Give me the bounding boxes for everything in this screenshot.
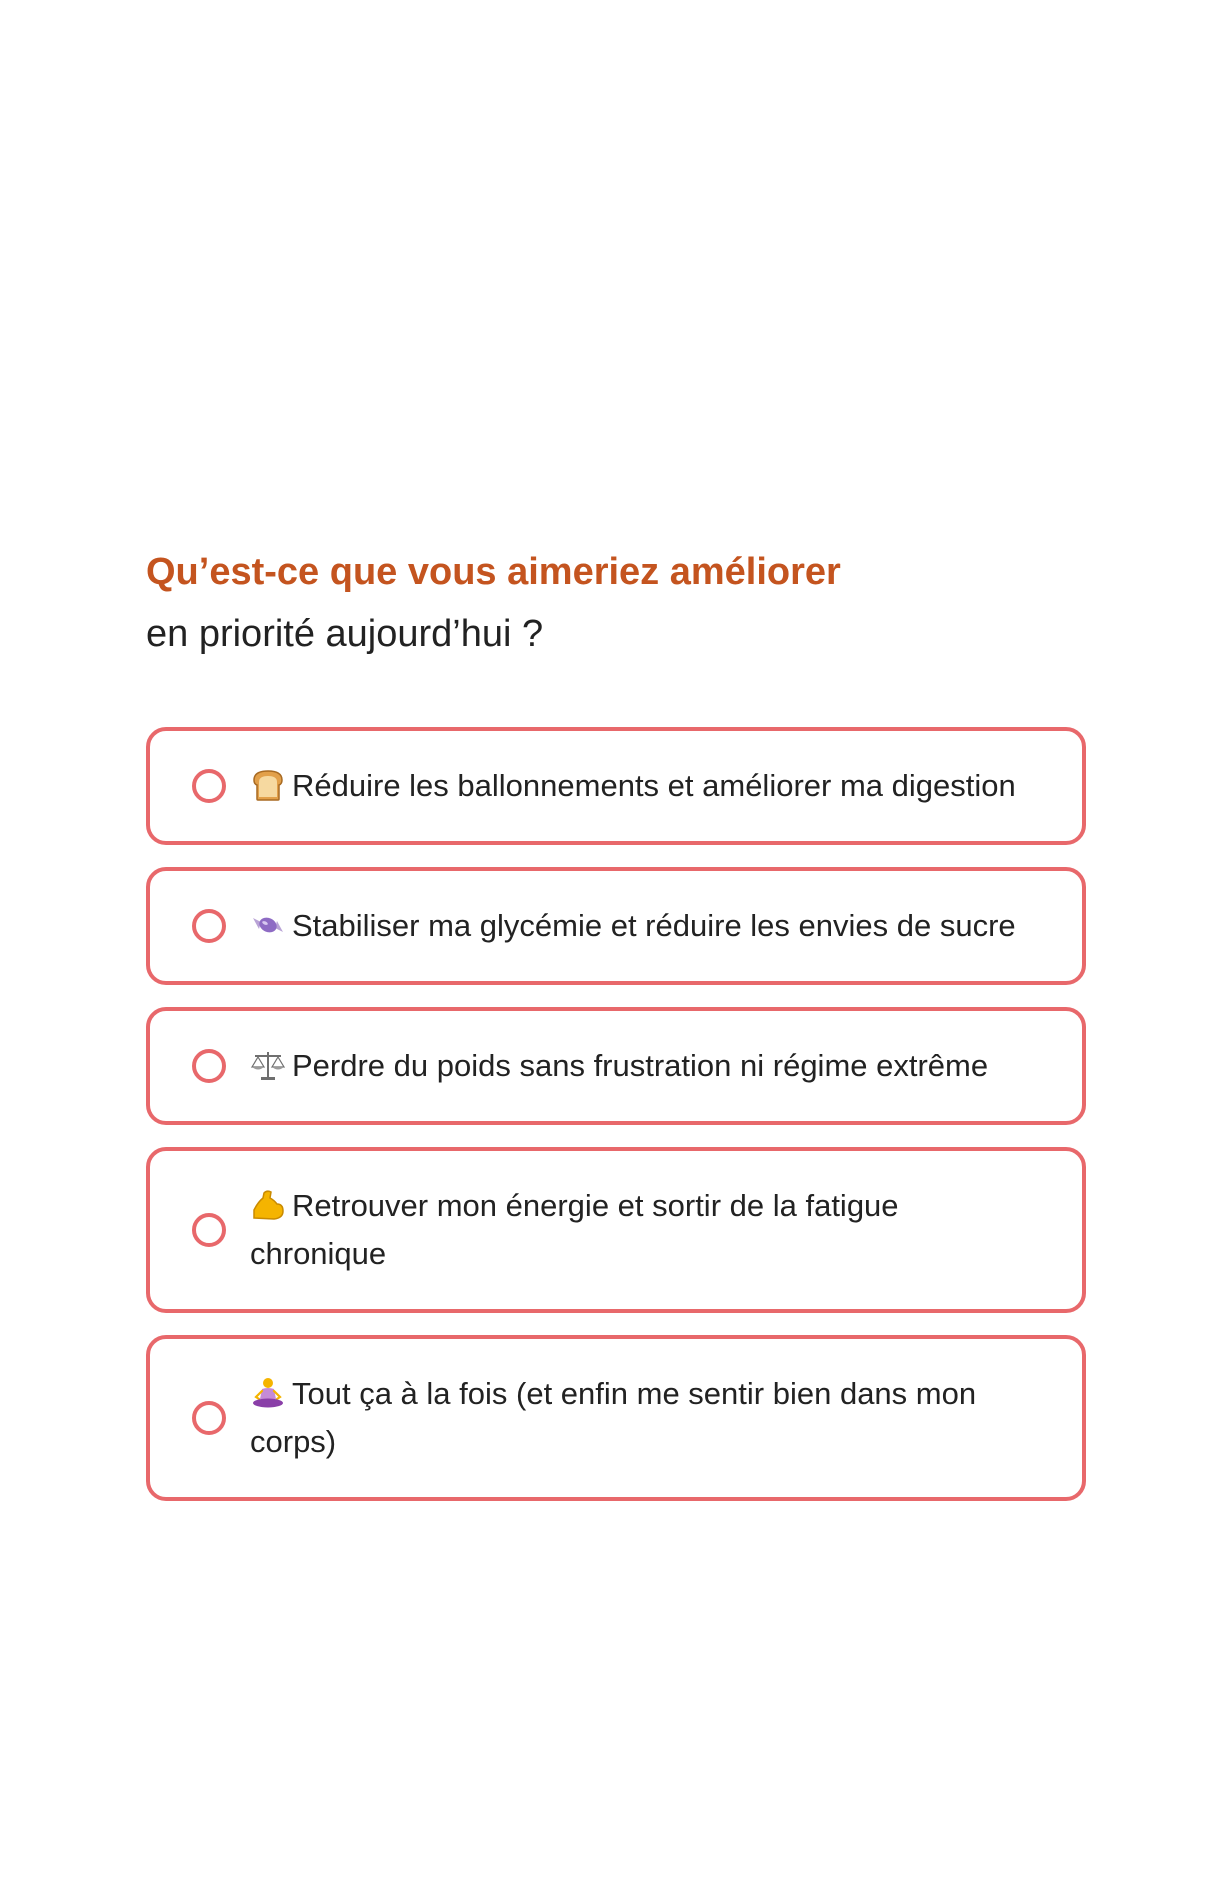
flexed-biceps-icon — [253, 1190, 284, 1220]
option-stabilize-glycemia[interactable]: Stabiliser ma glycémie et réduire les en… — [146, 867, 1086, 985]
question-header: Qu’est-ce que vous aimeriez améliorer en… — [146, 548, 1086, 658]
option-label: Tout ça à la fois (et enfin me sentir bi… — [250, 1376, 977, 1459]
candy-icon — [253, 917, 283, 933]
option-label: Réduire les ballonnements et améliorer m… — [292, 768, 1016, 803]
bread-icon — [253, 770, 283, 801]
question-subtitle: en priorité aujourd’hui ? — [146, 613, 544, 655]
option-all-of-it[interactable]: Tout ça à la fois (et enfin me sentir bi… — [146, 1335, 1086, 1501]
option-text: Perdre du poids sans frustration ni régi… — [250, 1042, 1028, 1090]
radio-button[interactable] — [192, 1401, 226, 1435]
option-text: Tout ça à la fois (et enfin me sentir bi… — [250, 1370, 1082, 1466]
radio-button[interactable] — [192, 1213, 226, 1247]
radio-button[interactable] — [192, 1049, 226, 1083]
radio-button[interactable] — [192, 769, 226, 803]
option-reduce-bloating[interactable]: Réduire les ballonnements et améliorer m… — [146, 727, 1086, 845]
option-lose-weight[interactable]: Perdre du poids sans frustration ni régi… — [146, 1007, 1086, 1125]
option-label: Perdre du poids sans frustration ni régi… — [292, 1048, 989, 1083]
radio-button[interactable] — [192, 909, 226, 943]
options-list: Réduire les ballonnements et améliorer m… — [146, 727, 1086, 1523]
option-label: Stabiliser ma glycémie et réduire les en… — [292, 908, 1016, 943]
option-text: Stabiliser ma glycémie et réduire les en… — [250, 902, 1056, 950]
option-label: Retrouver mon énergie et sortir de la fa… — [250, 1188, 899, 1271]
person-meditating-icon — [253, 1378, 283, 1408]
option-text: Retrouver mon énergie et sortir de la fa… — [250, 1182, 1082, 1278]
question-title: Qu’est-ce que vous aimeriez améliorer — [146, 551, 841, 593]
option-regain-energy[interactable]: Retrouver mon énergie et sortir de la fa… — [146, 1147, 1086, 1313]
option-text: Réduire les ballonnements et améliorer m… — [250, 762, 1056, 810]
balance-scale-icon — [250, 1052, 286, 1080]
